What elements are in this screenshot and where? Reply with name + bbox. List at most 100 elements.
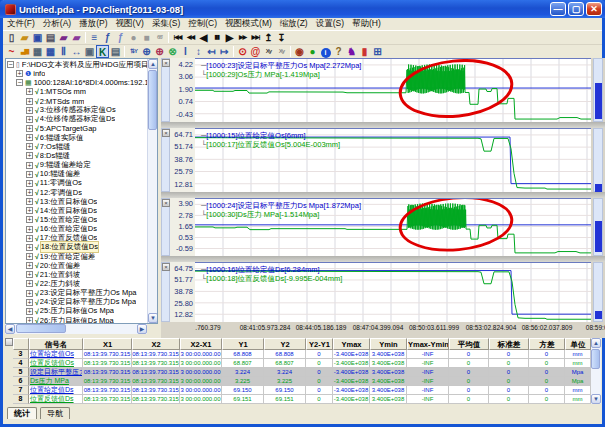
stop-icon[interactable]: ■: [140, 31, 153, 44]
window-icon[interactable]: ▣: [83, 45, 96, 58]
expander-plus[interactable]: +: [26, 207, 33, 214]
green-ball-icon[interactable]: ●: [306, 45, 319, 58]
tree-item-signal-4[interactable]: +√4:位移传感器标定值Ds: [6, 115, 147, 124]
expander-plus[interactable]: +: [26, 216, 33, 223]
scroll-right-button[interactable]: ▶: [137, 324, 147, 334]
plot-area-3[interactable]: ─[1000:24]设定目标平整压力Ds Mpa[1.872Mpa]└[1000…: [195, 198, 591, 256]
curve-icon[interactable]: ~: [5, 45, 18, 58]
table-vertical-scrollbar[interactable]: ▲▼: [591, 338, 601, 404]
chart-right-slider[interactable]: [593, 128, 603, 192]
menu-item-5[interactable]: 控制(C): [184, 18, 221, 30]
ibeam-icon[interactable]: I: [179, 45, 192, 58]
hright-icon[interactable]: ↦: [218, 45, 231, 58]
table-row-5[interactable]: 5设定目标平整压力08:13:39.730.31508:13:39.730.31…: [13, 368, 591, 377]
fx2-icon[interactable]: ƒ: [114, 31, 127, 44]
table-row-7[interactable]: 7位置给定值Ds08:13:39.730.31508:13:39.730.315…: [13, 386, 591, 395]
menu-item-3[interactable]: 视图(V): [112, 18, 148, 30]
record-icon[interactable]: ●: [127, 31, 140, 44]
chart-left-scrollbar[interactable]: ×: [161, 198, 170, 256]
zoom-in-icon[interactable]: ⊕: [153, 45, 166, 58]
column-header-Ymin[interactable]: Ymin: [370, 338, 407, 350]
expander-plus[interactable]: +: [26, 107, 33, 114]
clock-icon[interactable]: ⊙: [236, 45, 249, 58]
expander-plus[interactable]: +: [26, 134, 33, 141]
column-header-Y1[interactable]: Y1: [222, 338, 264, 350]
expander-plus[interactable]: +: [26, 152, 33, 159]
plot-area-4[interactable]: ─[1000:16]位置给定值Ds[6.284mm]└[1000:18]位置反馈…: [195, 262, 591, 322]
scroll-thumb[interactable]: [148, 70, 157, 130]
tree-root[interactable]: −▯F:\HDG文本资料及应用\HDG应用项目\试验: [6, 60, 147, 69]
goto-end-icon[interactable]: ▶▶|: [249, 31, 262, 44]
expander-plus[interactable]: +: [26, 262, 33, 269]
table-row-6[interactable]: 6Ds压力 MPa08:13:39.730.31508:13:39.730.31…: [13, 377, 591, 386]
columns-icon[interactable]: Ⅱ: [57, 45, 70, 58]
column-header-单位[interactable]: 单位: [565, 338, 591, 350]
k-cursor-icon[interactable]: K: [96, 45, 109, 58]
scroll-down-button[interactable]: ▼: [591, 394, 601, 404]
menu-item-0[interactable]: 文件(F): [3, 18, 39, 30]
tree-item-info[interactable]: +❶info: [6, 69, 147, 78]
minimize-button[interactable]: —: [550, 2, 566, 16]
expander-plus[interactable]: +: [26, 180, 33, 187]
slider-thumb[interactable]: [595, 221, 602, 252]
chart-right-slider[interactable]: [593, 262, 603, 322]
tree-item-signal-26[interactable]: +√26:压力目标值Ds Mpa: [6, 316, 147, 323]
colorbar-icon[interactable]: ▮: [358, 45, 371, 58]
tree-item-signal-7[interactable]: +√7:Os辊缝: [6, 142, 147, 151]
table-icon[interactable]: ▦: [31, 45, 44, 58]
info-icon[interactable]: i: [319, 45, 332, 58]
scroll-up-button[interactable]: ▲: [148, 59, 158, 69]
plot-area-1[interactable]: ─[1000:23]设定目标平整压力Os Mpa[2.272Mpa]└[1000…: [195, 58, 591, 122]
tree-horizontal-scrollbar[interactable]: ◀▶: [5, 324, 147, 334]
expander-plus[interactable]: +: [16, 70, 23, 77]
bird-icon[interactable]: ♞: [345, 45, 358, 58]
expander-plus[interactable]: +: [26, 189, 33, 196]
new-icon[interactable]: ▯: [5, 31, 18, 44]
expander-plus[interactable]: +: [26, 308, 33, 315]
scroll-up-button[interactable]: ▲: [591, 338, 601, 348]
save-icon[interactable]: ▣: [31, 31, 44, 44]
menu-item-8[interactable]: 设置(S): [312, 18, 348, 30]
expander-minus[interactable]: −: [7, 61, 14, 68]
scroll-down-button[interactable]: ▼: [148, 313, 158, 323]
print-icon[interactable]: ▤: [44, 31, 57, 44]
expander-plus[interactable]: +: [26, 162, 33, 169]
column-header-Ymax-Ymin[interactable]: Ymax-Ymin: [407, 338, 449, 350]
hleft-icon[interactable]: ↤: [205, 45, 218, 58]
tab-统计[interactable]: 统计: [7, 407, 37, 419]
tree-item-signal-6[interactable]: +√6:辊缝实际值: [6, 133, 147, 142]
jump-up-icon[interactable]: ↥: [262, 31, 275, 44]
expander-plus[interactable]: +: [26, 271, 33, 278]
zoom-icon[interactable]: ⊕: [140, 45, 153, 58]
scroll-thumb[interactable]: [16, 324, 66, 333]
expander-plus[interactable]: +: [26, 317, 33, 323]
chart-right-slider[interactable]: [593, 58, 603, 122]
barchart-icon[interactable]: ▃▆: [18, 45, 31, 58]
xy-icon[interactable]: Xy: [262, 45, 275, 58]
column-header-方差[interactable]: 方差: [529, 338, 565, 350]
menu-item-1[interactable]: 分析(A): [39, 18, 75, 30]
chart-left-scrollbar[interactable]: ×: [161, 128, 170, 192]
chart-left-scrollbar[interactable]: ×: [161, 58, 170, 122]
notes-icon[interactable]: ▤: [109, 45, 122, 58]
table-collapse-button[interactable]: [5, 338, 13, 346]
play-icon[interactable]: ▶: [223, 31, 236, 44]
tree-vertical-scrollbar[interactable]: ▲▼: [147, 59, 157, 323]
column-header-标准差[interactable]: 标准差: [489, 338, 529, 350]
column-header-Y2[interactable]: Y2: [264, 338, 306, 350]
expander-plus[interactable]: +: [26, 244, 33, 251]
table-row-4[interactable]: 4位置反馈值Os08:13:39.730.31508:13:39.730.315…: [13, 359, 591, 368]
slider-thumb[interactable]: [595, 83, 602, 119]
column-header-X2[interactable]: X2: [132, 338, 180, 350]
pen-icon[interactable]: ?: [332, 45, 345, 58]
menu-item-2[interactable]: 播放(P): [75, 18, 111, 30]
column-header-Y2-Y1[interactable]: Y2-Y1: [306, 338, 333, 350]
table-row-3[interactable]: 3位置给定值Os08:13:39.730.31508:13:39.730.315…: [13, 350, 591, 359]
expander-plus[interactable]: +: [26, 280, 33, 287]
menu-item-7[interactable]: 缩放(Z): [276, 18, 312, 30]
expander-plus[interactable]: +: [26, 253, 33, 260]
menu-item-4[interactable]: 采集(S): [148, 18, 184, 30]
goto-start-icon[interactable]: |◀◀: [171, 31, 184, 44]
open-icon[interactable]: ▰: [18, 31, 31, 44]
hspan-icon[interactable]: ↔: [70, 45, 83, 58]
